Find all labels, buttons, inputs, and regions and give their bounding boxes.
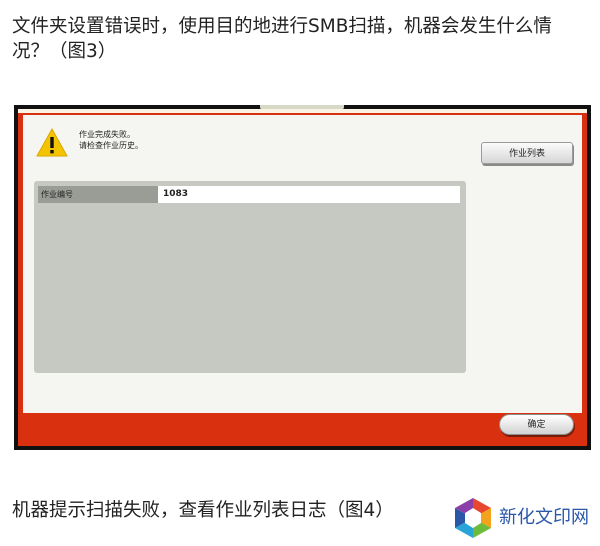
article-question: 文件夹设置错误时，使用目的地进行SMB扫描，机器会发生什么情况？（图3） bbox=[12, 16, 552, 62]
hexagon-logo-icon bbox=[455, 498, 491, 538]
error-message-line1: 作业完成失败。 bbox=[79, 130, 135, 139]
warning-triangle-icon bbox=[36, 127, 68, 157]
watermark-logo: 新化文印网 bbox=[451, 496, 596, 540]
job-number-label: 作业编号 bbox=[38, 186, 158, 203]
error-message-line2: 请检查作业历史。 bbox=[79, 141, 143, 150]
device-screenshot: 作业完成失败。 请检查作业历史。 作业列表 作业编号 1083 确定 bbox=[14, 105, 591, 450]
ok-button[interactable]: 确定 bbox=[499, 414, 574, 435]
article-caption: 机器提示扫描失败，查看作业列表日志（图4） bbox=[12, 500, 394, 521]
job-number-value: 1083 bbox=[158, 186, 460, 203]
error-message: 作业完成失败。 请检查作业历史。 bbox=[79, 129, 143, 151]
job-info-box: 作业编号 1083 bbox=[34, 181, 466, 373]
panel-content: 作业完成失败。 请检查作业历史。 作业列表 作业编号 1083 bbox=[23, 115, 582, 413]
watermark-text: 新化文印网 bbox=[499, 507, 589, 528]
error-panel: 作业完成失败。 请检查作业历史。 作业列表 作业编号 1083 确定 bbox=[18, 109, 587, 446]
panel-top-strip bbox=[18, 109, 587, 113]
job-list-button[interactable]: 作业列表 bbox=[481, 142, 573, 164]
job-number-row: 作业编号 1083 bbox=[38, 186, 460, 203]
